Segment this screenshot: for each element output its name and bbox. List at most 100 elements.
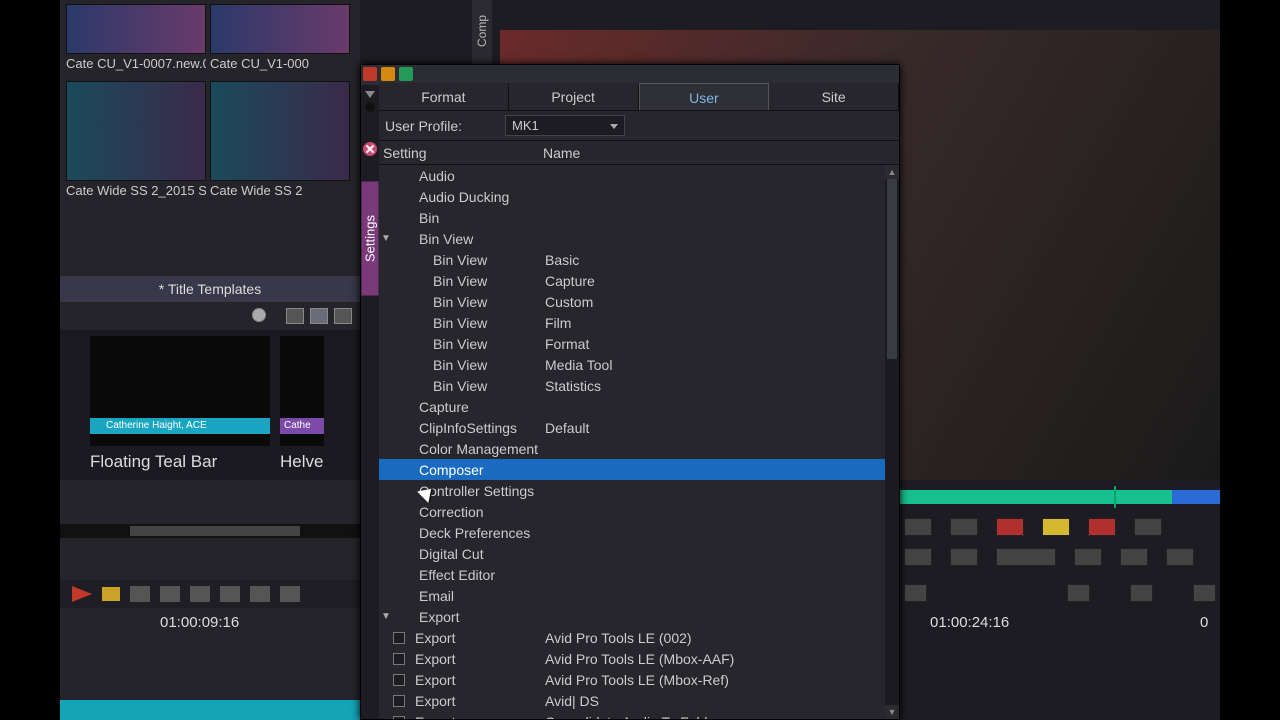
- settings-row-export[interactable]: ExportAvid Pro Tools LE (002): [379, 627, 885, 648]
- settings-row-clipinfosettings[interactable]: ClipInfoSettingsDefault: [379, 417, 885, 438]
- trim-both-icon[interactable]: [1193, 584, 1216, 602]
- row-checkbox[interactable]: [393, 653, 409, 665]
- mark-in-icon[interactable]: [904, 518, 932, 536]
- link-icon[interactable]: [1166, 548, 1194, 566]
- view-script-icon[interactable]: [334, 308, 352, 324]
- timeline-position-indicator[interactable]: [1114, 486, 1116, 508]
- window-close-icon[interactable]: [363, 67, 377, 81]
- settings-row-audio[interactable]: Audio: [379, 165, 885, 186]
- title-preview-text: Cathe: [280, 418, 324, 434]
- row-setting-label: Bin View: [409, 294, 541, 310]
- splice-icon[interactable]: [250, 586, 270, 602]
- settings-row-composer[interactable]: Composer: [379, 459, 885, 480]
- window-minimize-icon[interactable]: [381, 67, 395, 81]
- row-checkbox[interactable]: [393, 695, 409, 707]
- settings-row-export[interactable]: ExportConsolidate Audio To Folder: [379, 711, 885, 719]
- settings-row-export[interactable]: ExportAvid Pro Tools LE (Mbox-AAF): [379, 648, 885, 669]
- row-setting-label: Bin View: [409, 357, 541, 373]
- row-name-label: Capture: [541, 273, 885, 289]
- composer-tab[interactable]: Comp: [472, 0, 492, 68]
- row-checkbox[interactable]: [393, 716, 409, 720]
- settings-vertical-scrollbar[interactable]: ▲ ▼: [885, 165, 899, 719]
- scroll-down-icon[interactable]: ▼: [885, 705, 899, 719]
- row-setting-label: Bin View: [409, 315, 541, 331]
- settings-row-correction[interactable]: Correction: [379, 501, 885, 522]
- column-header-setting[interactable]: Setting: [379, 141, 539, 164]
- settings-row-export[interactable]: ExportAvid Pro Tools LE (Mbox-Ref): [379, 669, 885, 690]
- tab-user[interactable]: User: [639, 83, 770, 110]
- timeline-track[interactable]: [60, 700, 360, 720]
- sidebar-close-icon[interactable]: [363, 142, 377, 156]
- timeline-track-right-b[interactable]: [1172, 490, 1220, 504]
- settings-row-effect-editor[interactable]: Effect Editor: [379, 564, 885, 585]
- settings-row-deck-preferences[interactable]: Deck Preferences: [379, 522, 885, 543]
- view-frame-icon[interactable]: [310, 308, 328, 324]
- bin-knob-icon[interactable]: [252, 308, 266, 322]
- scroll-thumb[interactable]: [887, 179, 897, 359]
- chevron-down-icon[interactable]: [365, 91, 375, 98]
- clip-item[interactable]: Cate Wide SS 2: [210, 81, 350, 204]
- trim-icon[interactable]: [220, 586, 240, 602]
- play-icon[interactable]: [950, 548, 978, 566]
- disclosure-triangle-icon[interactable]: ▼: [379, 233, 393, 244]
- timecode-left: 01:00:09:16: [160, 614, 239, 631]
- settings-row-bin-view[interactable]: ▼ Bin View: [379, 228, 885, 249]
- scroll-up-icon[interactable]: ▲: [885, 165, 899, 179]
- nine-split-icon[interactable]: [1120, 548, 1148, 566]
- row-setting-label: Bin View: [409, 231, 541, 247]
- mark-clip-icon[interactable]: [950, 518, 978, 536]
- settings-row-export[interactable]: ▼Export: [379, 606, 885, 627]
- grid-icon[interactable]: [1134, 518, 1162, 536]
- tab-site[interactable]: Site: [769, 83, 899, 110]
- settings-row-capture[interactable]: Capture: [379, 396, 885, 417]
- overwrite-icon[interactable]: [280, 586, 300, 602]
- extract-icon[interactable]: [190, 586, 210, 602]
- row-name-label: Film: [541, 315, 885, 331]
- title-clip[interactable]: Cathe Helve: [280, 336, 324, 472]
- marker-icon[interactable]: [102, 587, 120, 601]
- user-profile-select[interactable]: MK1: [505, 115, 625, 136]
- settings-row-bin-view[interactable]: Bin ViewCapture: [379, 270, 885, 291]
- settings-row-bin[interactable]: Bin: [379, 207, 885, 228]
- tab-format[interactable]: Format: [379, 83, 509, 110]
- tab-project[interactable]: Project: [509, 83, 639, 110]
- settings-row-color-management[interactable]: Color Management: [379, 438, 885, 459]
- remove-marker-icon[interactable]: [1088, 518, 1116, 536]
- column-header-name[interactable]: Name: [539, 141, 899, 164]
- sidebar-tab-settings[interactable]: Settings: [362, 182, 379, 296]
- settings-row-controller-settings[interactable]: Controller Settings: [379, 480, 885, 501]
- settings-row-bin-view[interactable]: Bin ViewStatistics: [379, 375, 885, 396]
- clear-marks-icon[interactable]: [996, 518, 1024, 536]
- sidebar-dot-icon[interactable]: [365, 102, 375, 112]
- record-icon[interactable]: [72, 586, 92, 602]
- settings-list[interactable]: AudioAudio DuckingBin ▼ Bin View Bin ViewBa…: [379, 165, 885, 719]
- window-maximize-icon[interactable]: [399, 67, 413, 81]
- settings-row-bin-view[interactable]: Bin ViewFilm: [379, 312, 885, 333]
- cut-icon[interactable]: [130, 586, 150, 602]
- title-clip[interactable]: Catherine Haight, ACE Floating Teal Bar: [90, 336, 270, 472]
- clip-item[interactable]: Cate CU_V1-000: [210, 4, 350, 77]
- settings-row-bin-view[interactable]: Bin ViewCustom: [379, 291, 885, 312]
- clip-item[interactable]: Cate CU_V1-0007.new.01: [66, 4, 206, 77]
- quad-split-icon[interactable]: [1074, 548, 1102, 566]
- settings-row-email[interactable]: Email: [379, 585, 885, 606]
- settings-row-bin-view[interactable]: Bin ViewFormat: [379, 333, 885, 354]
- disclosure-triangle-icon[interactable]: ▼: [379, 611, 393, 622]
- settings-row-bin-view[interactable]: Bin ViewMedia Tool: [379, 354, 885, 375]
- row-checkbox[interactable]: [393, 632, 409, 644]
- center-duration-icon[interactable]: [904, 584, 927, 602]
- view-text-icon[interactable]: [286, 308, 304, 324]
- bin-header[interactable]: * Title Templates: [60, 276, 360, 302]
- bin-horizontal-scrollbar[interactable]: [60, 524, 360, 538]
- settings-row-audio-ducking[interactable]: Audio Ducking: [379, 186, 885, 207]
- row-checkbox[interactable]: [393, 674, 409, 686]
- clip-item[interactable]: Cate Wide SS 2_2015 Sub: [66, 81, 206, 204]
- settings-row-export[interactable]: ExportAvid| DS: [379, 690, 885, 711]
- settings-row-bin-view[interactable]: Bin ViewBasic: [379, 249, 885, 270]
- trim-right-icon[interactable]: [1130, 584, 1153, 602]
- lift-icon[interactable]: [160, 586, 180, 602]
- trim-left-icon[interactable]: [1067, 584, 1090, 602]
- settings-row-digital-cut[interactable]: Digital Cut: [379, 543, 885, 564]
- step-back-icon[interactable]: [904, 548, 932, 566]
- add-marker-icon[interactable]: [1042, 518, 1070, 536]
